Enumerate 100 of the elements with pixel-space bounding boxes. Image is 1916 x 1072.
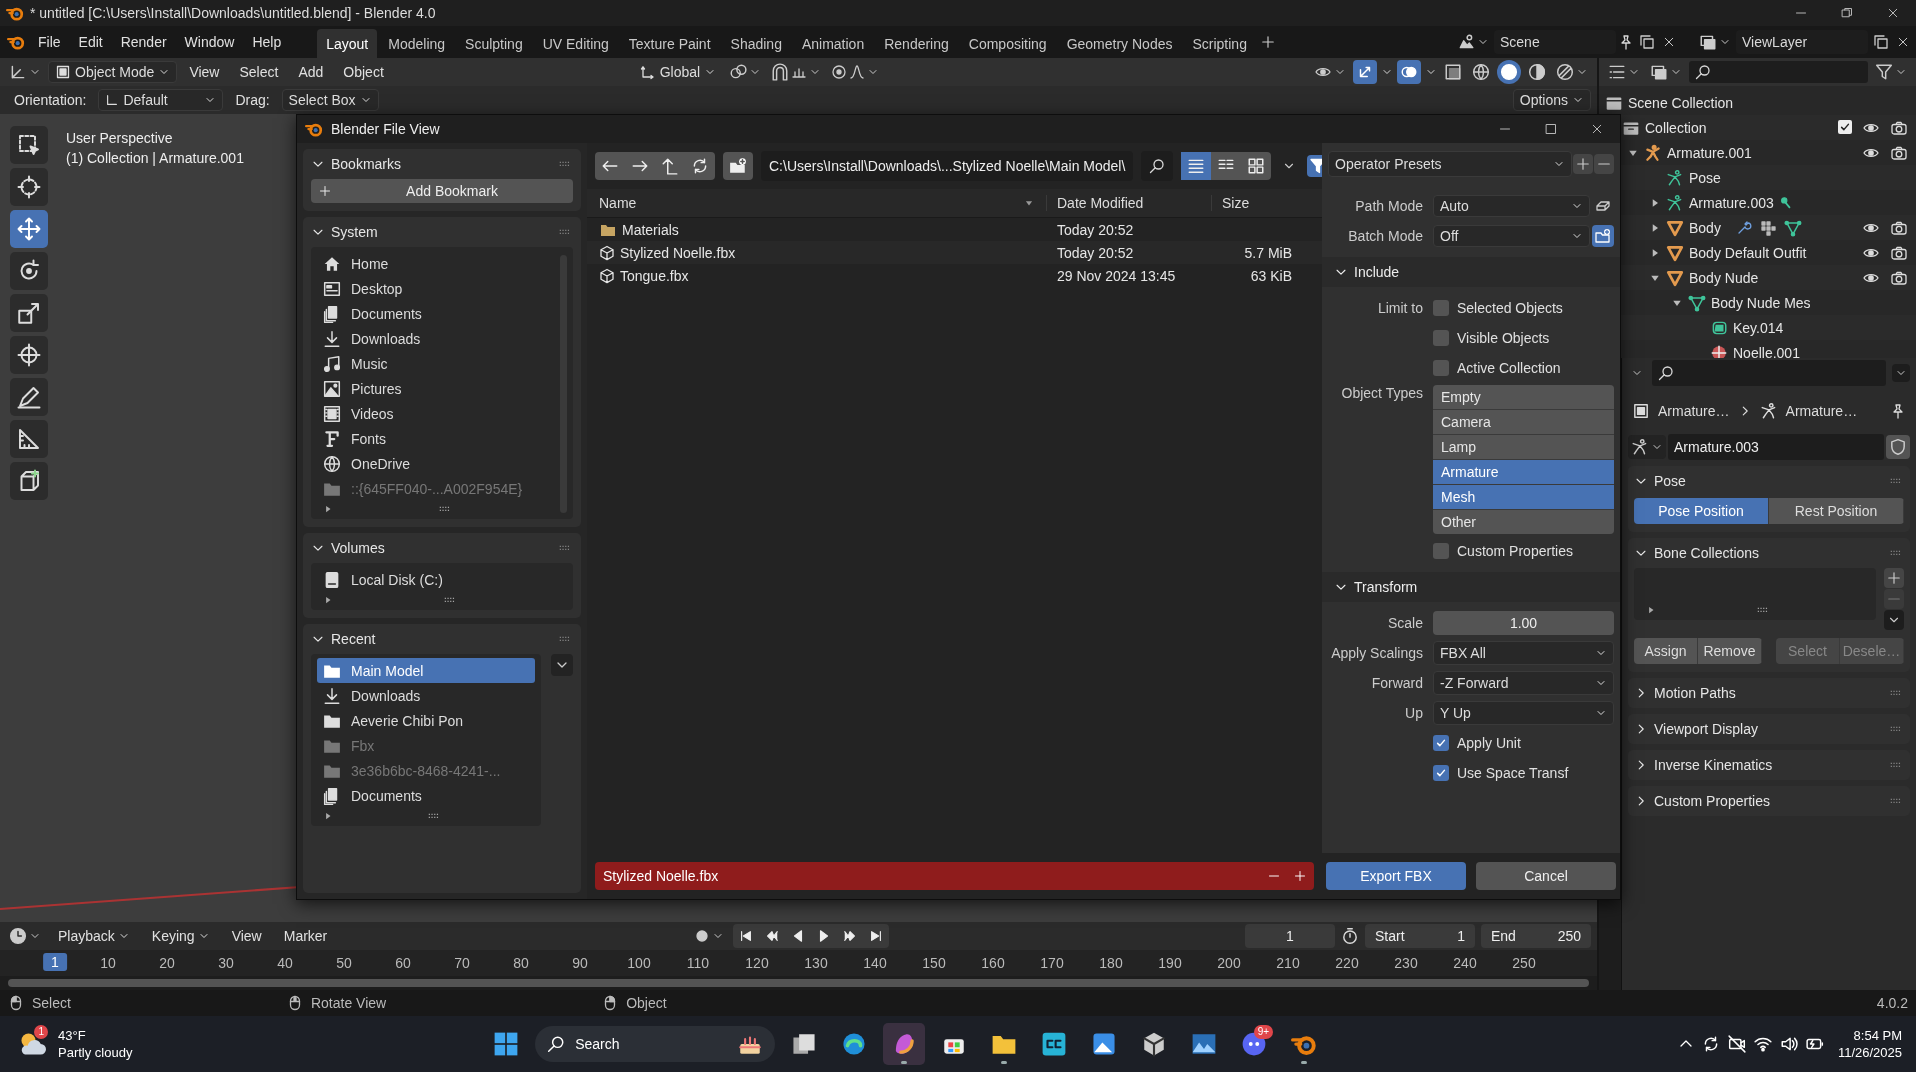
menu-item[interactable]: View: [181, 60, 228, 84]
place-item[interactable]: Aeverie Chibi Pon: [317, 708, 535, 733]
view-layer-field[interactable]: ViewLayer: [1736, 30, 1868, 54]
panel-title[interactable]: Motion Paths: [1654, 685, 1736, 701]
workspace-tab[interactable]: Animation: [792, 29, 874, 59]
number-field[interactable]: 1.00: [1433, 611, 1614, 635]
workspace-tab[interactable]: Shading: [721, 29, 791, 59]
options-dropdown[interactable]: Options: [1512, 89, 1591, 111]
menu-item[interactable]: View: [223, 924, 270, 948]
column-header[interactable]: Size: [1212, 195, 1322, 211]
menu-item[interactable]: Playback: [50, 924, 138, 948]
place-item[interactable]: OneDrive: [317, 451, 556, 476]
place-item[interactable]: Desktop: [317, 276, 556, 301]
section-title[interactable]: Transform: [1354, 579, 1418, 595]
place-item[interactable]: Fonts: [317, 426, 556, 451]
place-item[interactable]: Downloads: [317, 326, 556, 351]
orientation-dropdown[interactable]: Default: [98, 89, 224, 111]
panel-title[interactable]: Custom Properties: [1654, 793, 1770, 809]
workspace-tab[interactable]: Modeling: [379, 29, 455, 59]
place-item[interactable]: Downloads: [317, 683, 535, 708]
place-item[interactable]: Documents: [317, 301, 556, 326]
menu-item[interactable]: Marker: [275, 924, 336, 948]
outliner-item[interactable]: Pose: [1689, 169, 1721, 186]
menu-item[interactable]: Keying: [143, 924, 218, 948]
end-frame-field[interactable]: End 250: [1481, 924, 1591, 948]
presets-dropdown[interactable]: Operator Presets: [1328, 151, 1572, 177]
menu-item[interactable]: Object: [335, 60, 392, 84]
toggle-button[interactable]: Pose Position: [1634, 498, 1769, 524]
object-type-toggle[interactable]: Camera: [1433, 410, 1614, 434]
mode-dropdown[interactable]: Object Mode: [48, 61, 178, 83]
menu-item[interactable]: Edit: [70, 30, 111, 54]
object-type-toggle[interactable]: Other: [1433, 510, 1614, 534]
workspace-tab[interactable]: Rendering: [875, 29, 958, 59]
path-field[interactable]: C:\Users\Install\Downloads\...Stylized Noelle\Main Model\: [761, 151, 1134, 181]
panel-title[interactable]: Bookmarks: [331, 156, 402, 172]
workspace-tab[interactable]: Sculpting: [456, 29, 532, 59]
action-button[interactable]: Assign: [1634, 638, 1698, 664]
add-bookmark-button[interactable]: Add Bookmark: [311, 179, 573, 203]
place-item[interactable]: Local Disk (C:): [317, 567, 567, 592]
option-dropdown[interactable]: -Z Forward: [1433, 671, 1614, 695]
column-header[interactable]: Name: [587, 195, 1047, 211]
export-button[interactable]: Export FBX: [1326, 862, 1466, 890]
outliner-item[interactable]: Noelle.001: [1733, 344, 1800, 358]
outliner-item[interactable]: Collection: [1645, 119, 1707, 136]
batch-mode-dropdown[interactable]: Off: [1433, 225, 1590, 247]
place-item[interactable]: Videos: [317, 401, 556, 426]
workspace-tab[interactable]: Compositing: [959, 29, 1056, 59]
data-name-field[interactable]: Armature.003: [1668, 434, 1884, 460]
scene-field[interactable]: Scene: [1494, 30, 1616, 54]
file-name[interactable]: Materials: [622, 221, 679, 238]
outliner-item[interactable]: Armature.003: [1689, 194, 1774, 211]
panel-title[interactable]: Viewport Display: [1654, 721, 1758, 737]
path-mode-dropdown[interactable]: Auto: [1433, 195, 1590, 217]
taskbar-app[interactable]: 9+: [1233, 1023, 1276, 1065]
place-item[interactable]: Main Model: [317, 658, 535, 683]
column-header[interactable]: Date Modified: [1047, 195, 1212, 211]
menu-item[interactable]: File: [30, 30, 69, 54]
menu-item[interactable]: Render: [112, 30, 175, 54]
workspace-tab[interactable]: UV Editing: [533, 29, 618, 59]
place-item[interactable]: Documents: [317, 783, 535, 808]
current-frame-marker[interactable]: 1: [43, 953, 67, 971]
cancel-button[interactable]: Cancel: [1476, 862, 1616, 890]
panel-title[interactable]: Recent: [331, 631, 376, 647]
panel-title[interactable]: Bone Collections: [1654, 545, 1760, 561]
current-frame-field[interactable]: 1: [1245, 924, 1335, 948]
workspace-tab[interactable]: Geometry Nodes: [1057, 29, 1182, 59]
section-title[interactable]: Include: [1354, 264, 1400, 280]
option-dropdown[interactable]: Y Up: [1433, 701, 1614, 725]
menu-item[interactable]: Select: [231, 60, 287, 84]
outliner-item[interactable]: Armature.001: [1667, 144, 1752, 161]
file-name[interactable]: Tongue.fbx: [620, 267, 689, 284]
object-type-toggle[interactable]: Lamp: [1433, 435, 1614, 459]
filename-field[interactable]: Stylized Noelle.fbx: [595, 862, 1314, 890]
menu-item[interactable]: Help: [244, 30, 290, 54]
clock[interactable]: 8:54 PM 11/26/2025: [1837, 1027, 1902, 1061]
drag-dropdown[interactable]: Select Box: [281, 89, 379, 111]
start-frame-field[interactable]: Start 1: [1365, 924, 1475, 948]
outliner-item[interactable]: Body Nude: [1689, 269, 1759, 286]
outliner-item[interactable]: Key.014: [1733, 319, 1784, 336]
weather-button[interactable]: 1: [14, 1023, 50, 1065]
option-dropdown[interactable]: FBX All: [1433, 641, 1614, 665]
search-button[interactable]: Search: [535, 1026, 776, 1062]
outliner-item[interactable]: Body Nude Mes: [1711, 294, 1811, 311]
place-item[interactable]: Home: [317, 251, 556, 276]
panel-title[interactable]: System: [331, 224, 378, 240]
menu-item[interactable]: Add: [290, 60, 332, 84]
object-type-toggle[interactable]: Armature: [1433, 460, 1614, 484]
object-type-toggle[interactable]: Mesh: [1433, 485, 1614, 509]
object-type-toggle[interactable]: Empty: [1433, 385, 1614, 409]
toggle-button[interactable]: Rest Position: [1769, 498, 1904, 524]
menu-item[interactable]: Window: [176, 30, 243, 54]
place-item[interactable]: Music: [317, 351, 556, 376]
panel-title[interactable]: Inverse Kinematics: [1654, 757, 1773, 773]
workspace-tab[interactable]: Layout: [317, 29, 378, 59]
outliner-item[interactable]: Scene Collection: [1628, 94, 1734, 111]
panel-title[interactable]: Volumes: [331, 540, 385, 556]
panel-title[interactable]: Pose: [1654, 473, 1686, 489]
transform-orientation-dropdown[interactable]: Global: [633, 61, 723, 83]
action-button[interactable]: Remove: [1698, 638, 1762, 664]
file-name[interactable]: Stylized Noelle.fbx: [620, 244, 736, 261]
